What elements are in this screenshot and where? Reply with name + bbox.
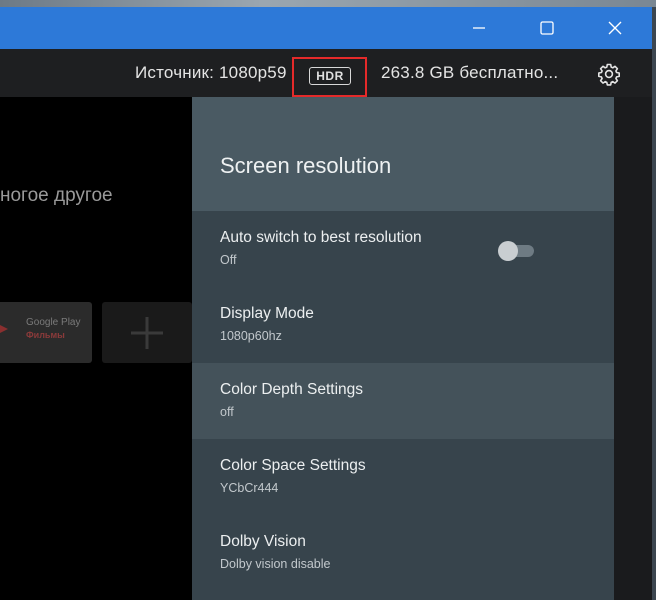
google-play-movies-tile: Google Play Фильмы	[0, 302, 92, 363]
add-app-tile	[102, 302, 192, 363]
storage-free-label: 263.8 GB бесплатно...	[381, 63, 559, 82]
close-icon	[608, 21, 622, 35]
setting-value: 1080p60hz	[220, 329, 282, 343]
background-row-title: ногое другое	[0, 185, 113, 206]
minimize-button[interactable]	[456, 7, 502, 49]
title-bar	[0, 7, 652, 49]
settings-button[interactable]	[597, 62, 621, 86]
setting-auto-switch-resolution[interactable]: Auto switch to best resolution Off	[192, 211, 614, 287]
panel-title: Screen resolution	[220, 153, 392, 178]
maximize-icon	[540, 21, 554, 35]
setting-value: YCbCr444	[220, 481, 279, 495]
info-bar: Источник: 1080p59 HDR 263.8 GB бесплатно…	[0, 49, 652, 97]
setting-title: Dolby Vision	[220, 533, 306, 550]
setting-title: Display Mode	[220, 305, 314, 322]
gear-icon	[598, 63, 620, 86]
setting-color-depth[interactable]: Color Depth Settings off	[192, 363, 614, 439]
tile-subtitle: Фильмы	[26, 330, 65, 340]
setting-dolby-vision[interactable]: Dolby Vision Dolby vision disable	[192, 515, 614, 591]
auto-switch-toggle[interactable]	[498, 241, 536, 261]
plus-icon	[131, 316, 163, 349]
source-resolution-label: Источник: 1080p59	[135, 63, 287, 82]
hdr-highlight-box	[292, 57, 367, 97]
settings-panel: Screen resolution Auto switch to best re…	[192, 97, 614, 600]
tile-title: Google Play	[26, 317, 81, 328]
setting-display-mode[interactable]: Display Mode 1080p60hz	[192, 287, 614, 363]
close-button[interactable]	[592, 7, 638, 49]
setting-title: Color Space Settings	[220, 457, 366, 474]
app-window: Источник: 1080p59 HDR 263.8 GB бесплатно…	[0, 7, 652, 600]
toggle-knob	[498, 241, 518, 261]
setting-title: Auto switch to best resolution	[220, 229, 422, 246]
minimize-icon	[473, 27, 485, 29]
desktop-background	[0, 0, 656, 7]
setting-value: off	[220, 405, 234, 419]
setting-value: Off	[220, 253, 237, 267]
tv-output-area: ногое другое Google Play Фильмы Screen r…	[0, 97, 652, 600]
google-play-icon	[0, 325, 8, 333]
setting-color-space[interactable]: Color Space Settings YCbCr444	[192, 439, 614, 515]
right-edge-strip	[614, 97, 652, 600]
setting-title: Color Depth Settings	[220, 381, 364, 398]
maximize-button[interactable]	[524, 7, 570, 49]
panel-header: Screen resolution	[192, 97, 614, 211]
setting-value: Dolby vision disable	[220, 557, 331, 571]
